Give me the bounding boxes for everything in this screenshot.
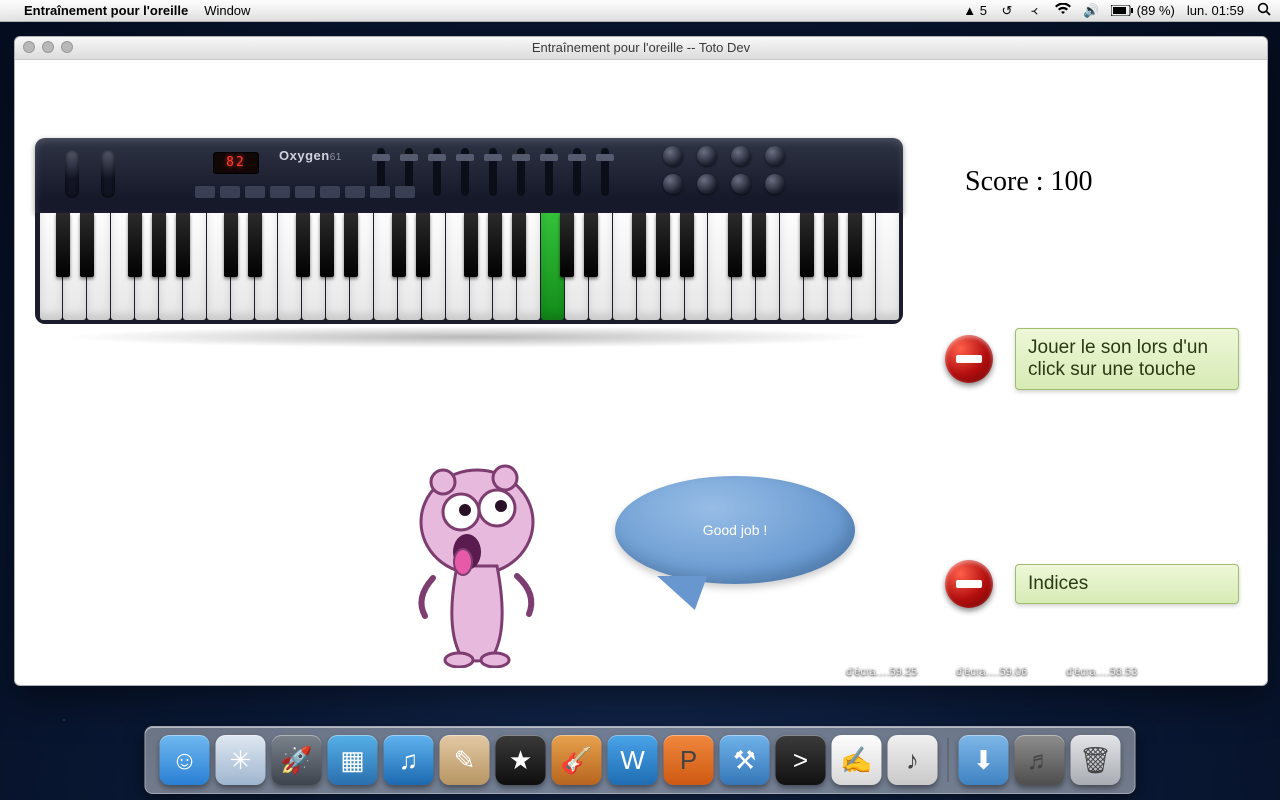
option-play-sound-label[interactable]: Jouer le son lors d'un click sur une tou… xyxy=(1015,328,1239,390)
desktop-file-label[interactable]: d'écra….59.06 xyxy=(956,666,1027,678)
piano-black-key[interactable] xyxy=(152,213,166,277)
piano-black-key[interactable] xyxy=(848,213,862,277)
piano-black-key[interactable] xyxy=(656,213,670,277)
dock-finder-icon[interactable]: ☺ xyxy=(160,735,210,785)
mod-wheel[interactable] xyxy=(101,150,115,198)
wifi-icon[interactable] xyxy=(1055,3,1071,18)
remove-hints-button[interactable] xyxy=(945,560,993,608)
score-value: 100 xyxy=(1051,166,1093,197)
piano-black-key[interactable] xyxy=(464,213,478,277)
dock-gimp-icon[interactable]: ✎ xyxy=(440,735,490,785)
dock-imovie-icon[interactable]: ★ xyxy=(496,735,546,785)
option-hints-row: Indices xyxy=(945,560,1239,608)
volume-icon[interactable]: 🔊 xyxy=(1083,3,1099,19)
dock: ☺✳🚀▦♫✎★🎸WP⚒>✍♪ ⬇♬🗑 xyxy=(145,726,1136,794)
dock-separator xyxy=(948,738,949,782)
piano-black-key[interactable] xyxy=(128,213,142,277)
piano-black-key[interactable] xyxy=(800,213,814,277)
adobe-menulet[interactable]: ▲ 5 xyxy=(963,3,987,18)
score-label: Score : xyxy=(965,166,1044,197)
piano-black-key[interactable] xyxy=(680,213,694,277)
keyboard-lcd: 82 xyxy=(213,152,259,174)
piano-black-key[interactable] xyxy=(224,213,238,277)
menubar-clock[interactable]: lun. 01:59 xyxy=(1187,3,1244,18)
piano-black-key[interactable] xyxy=(80,213,94,277)
dock-terminal-icon[interactable]: > xyxy=(776,735,826,785)
piano-black-key[interactable] xyxy=(296,213,310,277)
keyboard-brand: Oxygen61 xyxy=(279,148,342,163)
piano-black-key[interactable] xyxy=(512,213,526,277)
knob-bank[interactable] xyxy=(663,146,785,194)
mascot-character xyxy=(405,458,555,673)
dock-launchpad-icon[interactable]: 🚀 xyxy=(272,735,322,785)
battery-percent: (89 %) xyxy=(1137,3,1175,18)
piano-keys[interactable] xyxy=(35,213,903,324)
remove-option-button[interactable] xyxy=(945,335,993,383)
dock-music-stack-icon[interactable]: ♬ xyxy=(1015,735,1065,785)
piano-black-key[interactable] xyxy=(752,213,766,277)
window-titlebar[interactable]: Entraînement pour l'oreille -- Toto Dev xyxy=(15,37,1267,60)
menubar-window-menu[interactable]: Window xyxy=(204,3,250,18)
menubar-app-name[interactable]: Entraînement pour l'oreille xyxy=(24,3,188,18)
piano-black-key[interactable] xyxy=(392,213,406,277)
desktop-file-label[interactable]: d'écra….59.25 xyxy=(846,666,917,678)
dock-garageband-icon[interactable]: 🎸 xyxy=(552,735,602,785)
piano-black-key[interactable] xyxy=(824,213,838,277)
piano-black-key[interactable] xyxy=(488,213,502,277)
piano-white-key[interactable] xyxy=(876,213,899,320)
option-play-sound-row: Jouer le son lors d'un click sur une tou… xyxy=(945,328,1239,390)
spotlight-icon[interactable] xyxy=(1256,2,1272,19)
piano-black-key[interactable] xyxy=(584,213,598,277)
timemachine-icon[interactable]: ↺ xyxy=(999,3,1015,19)
app-window: Entraînement pour l'oreille -- Toto Dev … xyxy=(14,36,1268,686)
dock-word-icon[interactable]: W xyxy=(608,735,658,785)
piano-black-key[interactable] xyxy=(728,213,742,277)
piano-black-key[interactable] xyxy=(320,213,334,277)
midi-keyboard: 82 Oxygen61 xyxy=(35,138,903,324)
piano-black-key[interactable] xyxy=(416,213,430,277)
dock-mission-control-icon[interactable]: ▦ xyxy=(328,735,378,785)
dock-downloads-icon[interactable]: ⬇ xyxy=(959,735,1009,785)
dock-powerpoint-icon[interactable]: P xyxy=(664,735,714,785)
dock-itunes-icon[interactable]: ♫ xyxy=(384,735,434,785)
piano-black-key[interactable] xyxy=(248,213,262,277)
pitch-wheel[interactable] xyxy=(65,150,79,198)
option-hints-label[interactable]: Indices xyxy=(1015,564,1239,604)
dock-textedit-icon[interactable]: ✍ xyxy=(832,735,882,785)
piano-black-key[interactable] xyxy=(344,213,358,277)
piano-black-key[interactable] xyxy=(56,213,70,277)
battery-icon[interactable]: (89 %) xyxy=(1111,3,1175,18)
desktop-file-label[interactable]: d'écra….58.53 xyxy=(1066,666,1137,678)
bluetooth-icon[interactable]: ᚜ xyxy=(1027,3,1043,19)
speech-bubble: Good job ! xyxy=(615,476,855,584)
piano-black-key[interactable] xyxy=(632,213,646,277)
dock-xcode-icon[interactable]: ⚒ xyxy=(720,735,770,785)
score-display: Score : 100 xyxy=(965,166,1093,198)
dock-safari-icon[interactable]: ✳ xyxy=(216,735,266,785)
dock-app-icon[interactable]: ♪ xyxy=(888,735,938,785)
piano-black-key[interactable] xyxy=(560,213,574,277)
dock-trash-icon[interactable]: 🗑 xyxy=(1071,735,1121,785)
speech-bubble-text: Good job ! xyxy=(703,522,768,538)
menubar: Entraînement pour l'oreille Window ▲ 5 ↺… xyxy=(0,0,1280,22)
piano-black-key[interactable] xyxy=(176,213,190,277)
window-title: Entraînement pour l'oreille -- Toto Dev xyxy=(15,37,1267,59)
